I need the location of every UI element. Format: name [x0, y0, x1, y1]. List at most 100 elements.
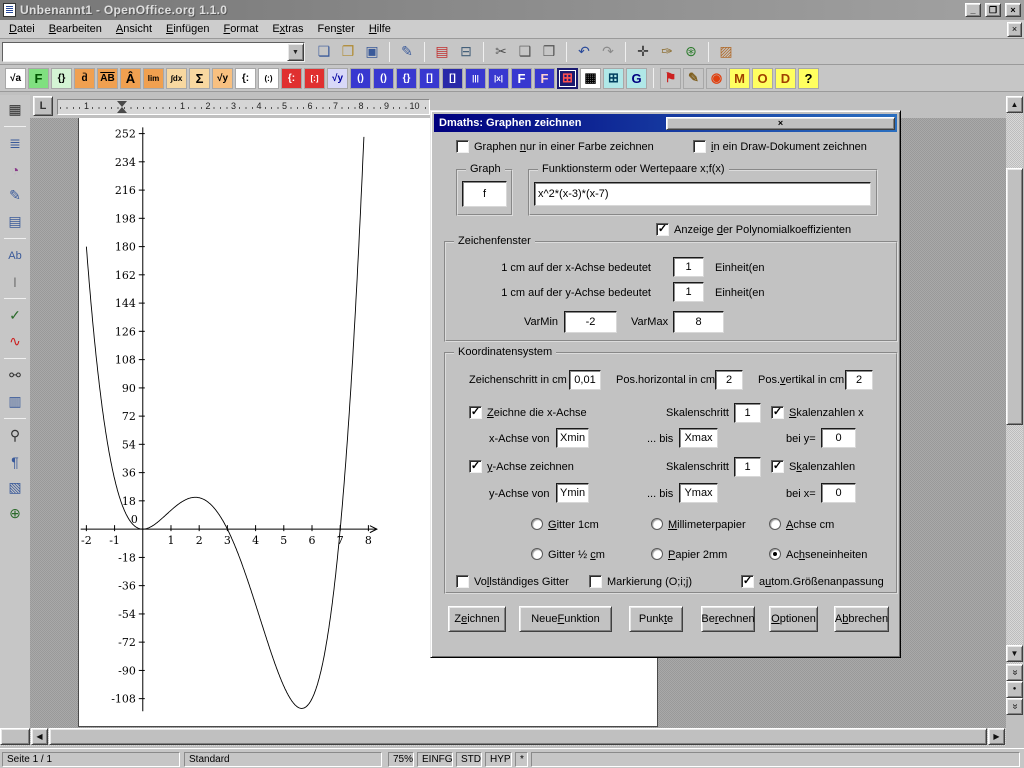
draw-y-axis-checkbox[interactable]: [469, 460, 482, 473]
combo-dropdown-icon[interactable]: ▼: [287, 43, 304, 61]
x-scale-input[interactable]: [673, 257, 704, 277]
parens-alt-icon[interactable]: (): [373, 68, 394, 89]
autotext-icon[interactable]: Ab: [3, 244, 27, 267]
tab-type-selector[interactable]: L: [33, 96, 53, 116]
menu-item-3[interactable]: Ansicht: [109, 21, 159, 37]
insert-table-icon[interactable]: ▦: [3, 98, 27, 121]
achse-cm-radio[interactable]: [769, 518, 781, 530]
root-icon[interactable]: √y: [212, 68, 233, 89]
open-icon[interactable]: ❐: [337, 41, 359, 63]
markierung-checkbox[interactable]: [589, 575, 602, 588]
page-style-status[interactable]: Standard: [184, 752, 382, 767]
blue-function-icon[interactable]: F: [511, 68, 532, 89]
y-scale-input[interactable]: [673, 282, 704, 302]
insert-section-icon[interactable]: ≣: [3, 132, 27, 155]
zeichenschritt-input[interactable]: [569, 370, 601, 390]
online-layout-doc-icon[interactable]: ⊛: [680, 41, 702, 63]
horizontal-scroll-thumb[interactable]: [49, 728, 987, 745]
paren-colon-icon[interactable]: (:): [258, 68, 279, 89]
optionen-button[interactable]: Optionen: [769, 606, 818, 632]
zeichnen-button[interactable]: Zeichnen: [448, 606, 506, 632]
paste-icon[interactable]: ❒: [538, 41, 560, 63]
skalenschritt-x-input[interactable]: [734, 403, 761, 423]
o-icon[interactable]: O: [752, 68, 773, 89]
scroll-left-icon[interactable]: ◀: [31, 728, 48, 745]
nonprinting-chars-icon[interactable]: ¶: [3, 450, 27, 473]
gitter-1cm-radio[interactable]: [531, 518, 543, 530]
dialog-close-button[interactable]: ×: [666, 117, 895, 130]
cut-icon[interactable]: ✂: [490, 41, 512, 63]
sqrt-icon[interactable]: √a: [5, 68, 26, 89]
menu-item-8[interactable]: Hilfe: [362, 21, 398, 37]
menu-item-4[interactable]: Einfügen: [159, 21, 216, 37]
angle-icon[interactable]: Â: [120, 68, 141, 89]
blue-brackets-alt-icon[interactable]: []: [442, 68, 463, 89]
vector-icon[interactable]: d̄: [74, 68, 95, 89]
function-term-input[interactable]: [534, 182, 871, 206]
geometry-icon[interactable]: G: [626, 68, 647, 89]
zoom-icon[interactable]: ⚲: [3, 424, 27, 447]
varmin-input[interactable]: [564, 311, 617, 333]
export-pdf-icon[interactable]: ▤: [431, 41, 453, 63]
print-icon[interactable]: ⊟: [455, 41, 477, 63]
maximize-button[interactable]: ❐: [985, 3, 1001, 17]
x-axis-to-input[interactable]: [679, 428, 718, 448]
berechnen-button[interactable]: Berechnen: [701, 606, 755, 632]
insert-frame-icon[interactable]: ▤: [3, 210, 27, 233]
draw-functions-icon[interactable]: ✎: [3, 184, 27, 207]
red-brace-icon[interactable]: {:: [281, 68, 302, 89]
graph-name-input[interactable]: [462, 181, 507, 207]
dialog-title-bar[interactable]: Dmaths: Graphen zeichnen ×: [434, 114, 897, 132]
pos-horizontal-input[interactable]: [715, 370, 743, 390]
bei-y-input[interactable]: [821, 428, 856, 448]
url-combo-input[interactable]: [3, 44, 287, 60]
undo-icon[interactable]: ↶: [573, 41, 595, 63]
hyperlink-mode-status[interactable]: HYP: [485, 752, 512, 767]
blue-brackets-icon[interactable]: []: [419, 68, 440, 89]
navigator-icon[interactable]: ✛: [632, 41, 654, 63]
previous-page-icon[interactable]: «: [1006, 664, 1023, 681]
vertical-scrollbar[interactable]: ▲ ▼ « ● »: [1006, 96, 1023, 714]
online-layout-icon[interactable]: ⊕: [3, 502, 27, 525]
neue-funktion-button[interactable]: Neue Funktion: [519, 606, 612, 632]
papier-2mm-radio[interactable]: [651, 548, 663, 560]
m-icon[interactable]: M: [729, 68, 750, 89]
page-status[interactable]: Seite 1 / 1: [2, 752, 180, 767]
menu-item-1[interactable]: Datei: [2, 21, 42, 37]
save-icon[interactable]: ▣: [361, 41, 383, 63]
insert-object-icon[interactable]: ◔: [3, 158, 27, 181]
next-page-icon[interactable]: »: [1006, 698, 1023, 715]
draw-document-checkbox[interactable]: [693, 140, 706, 153]
blue-root-icon[interactable]: √y: [327, 68, 348, 89]
millimeterpapier-radio[interactable]: [651, 518, 663, 530]
navigation-icon[interactable]: ●: [1006, 681, 1023, 698]
vertical-scroll-thumb[interactable]: [1006, 168, 1023, 425]
sum-icon[interactable]: Σ: [189, 68, 210, 89]
pencil-icon[interactable]: ✎: [683, 68, 704, 89]
data-sources-icon[interactable]: ▥: [3, 390, 27, 413]
varmax-input[interactable]: [673, 311, 724, 333]
menu-item-5[interactable]: Format: [216, 21, 265, 37]
single-color-checkbox[interactable]: [456, 140, 469, 153]
menu-item-6[interactable]: Extras: [265, 21, 310, 37]
scroll-down-icon[interactable]: ▼: [1006, 645, 1023, 662]
small-grid-icon[interactable]: ⊞: [603, 68, 624, 89]
document-close-button[interactable]: ×: [1007, 22, 1022, 37]
spellcheck-icon[interactable]: ✓: [3, 304, 27, 327]
gallery-icon[interactable]: ▨: [715, 41, 737, 63]
url-combo[interactable]: ▼: [2, 42, 305, 62]
skalenschritt-y-input[interactable]: [734, 457, 761, 477]
y-axis-to-input[interactable]: [679, 483, 718, 503]
bei-x-input[interactable]: [821, 483, 856, 503]
copy-icon[interactable]: ❑: [514, 41, 536, 63]
brace-colon-icon[interactable]: {:: [235, 68, 256, 89]
graphics-toggle-icon[interactable]: ▧: [3, 476, 27, 499]
scroll-right-icon[interactable]: ▶: [988, 728, 1005, 745]
menu-item-2[interactable]: Bearbeiten: [42, 21, 109, 37]
achseneinheiten-radio[interactable]: [769, 548, 781, 560]
hyperlink-bar-icon[interactable]: ✑: [656, 41, 678, 63]
draw-x-axis-checkbox[interactable]: [469, 406, 482, 419]
blue-braces-icon[interactable]: {}: [396, 68, 417, 89]
parens-icon[interactable]: (): [350, 68, 371, 89]
find-icon[interactable]: ⚯: [3, 364, 27, 387]
